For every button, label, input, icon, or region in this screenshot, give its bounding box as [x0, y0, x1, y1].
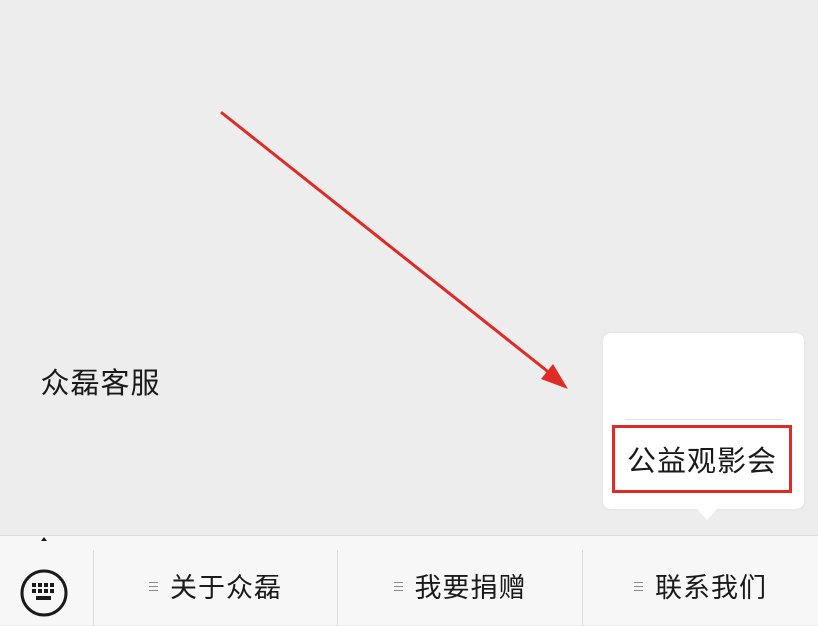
submenu-item-charity-screening[interactable]: 公益观影会	[612, 425, 792, 493]
bottom-menu-bar: 关于众磊 我要捐赠 联系我们	[0, 535, 818, 626]
submenu-popup-tail	[697, 509, 717, 520]
menu-lines-icon	[149, 581, 158, 591]
menu-lines-icon	[393, 581, 403, 591]
keyboard-icon	[20, 537, 68, 617]
submenu-item-charity-screening-label: 公益观影会	[626, 444, 777, 478]
menu-item-about-label: 关于众磊	[170, 573, 282, 604]
menu-item-donate[interactable]: 我要捐赠	[338, 536, 582, 625]
menu-item-donate-label: 我要捐赠	[414, 573, 527, 604]
menu-item-contact-label: 联系我们	[655, 573, 767, 604]
menu-item-contact[interactable]: 联系我们	[583, 536, 818, 625]
menu-item-about[interactable]: 关于众磊	[94, 536, 337, 625]
menu-lines-icon	[634, 581, 643, 591]
submenu-divider	[625, 419, 783, 420]
submenu-item-customer-service[interactable]: 众磊客服	[0, 360, 201, 402]
keyboard-toggle-button[interactable]	[0, 536, 93, 625]
